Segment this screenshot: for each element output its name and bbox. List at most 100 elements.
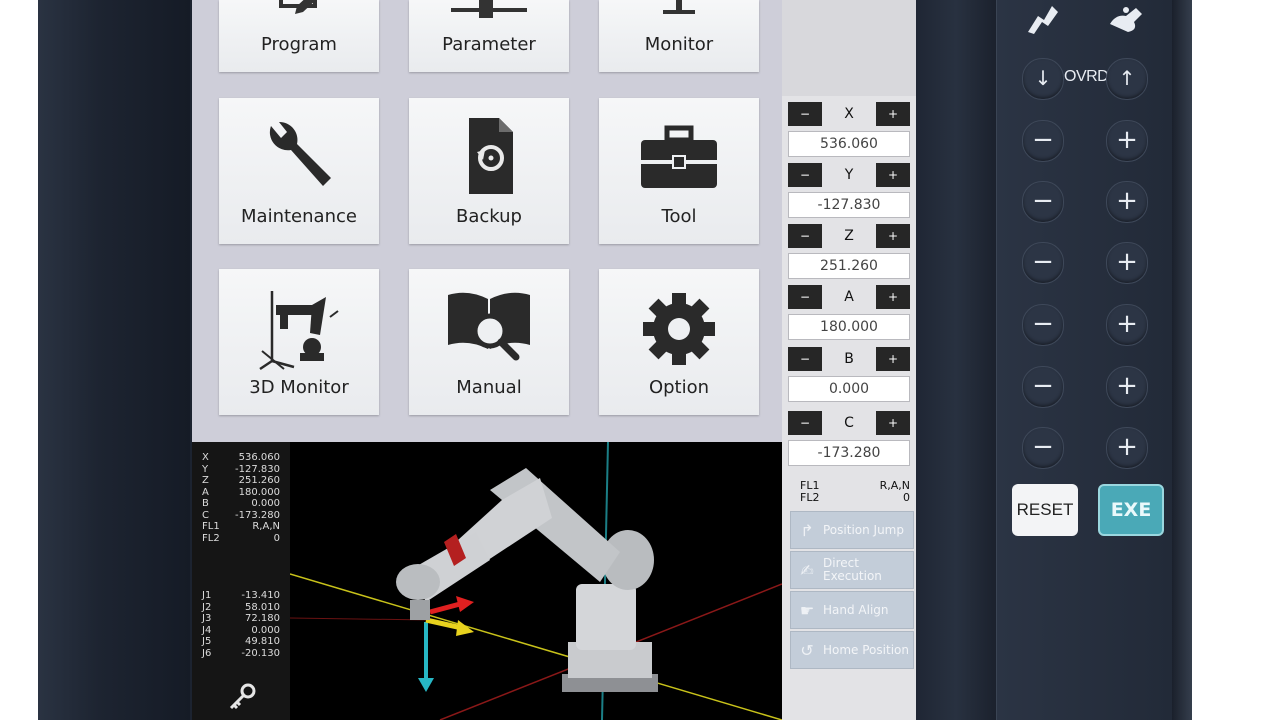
jog-2-minus-button[interactable]: −: [1022, 181, 1064, 223]
ovrd-label: OVRD: [1064, 68, 1109, 85]
tile-label: Monitor: [644, 34, 714, 55]
jog-5-minus-button[interactable]: −: [1022, 366, 1064, 408]
a-plus-button[interactable]: +: [876, 285, 910, 309]
robot-arm-icon: [254, 287, 344, 371]
joint-key: J1: [202, 590, 212, 601]
jog-3-minus-button[interactable]: −: [1022, 242, 1064, 284]
z-minus-button[interactable]: −: [788, 224, 822, 248]
tile-parameter[interactable]: Parameter: [409, 0, 569, 72]
coordinate-panel-header: [782, 0, 916, 96]
y-minus-button[interactable]: −: [788, 163, 822, 187]
jog-1-plus-button[interactable]: +: [1106, 120, 1148, 162]
readout-key: X: [202, 452, 209, 463]
tile-monitor[interactable]: Monitor: [599, 0, 759, 72]
tile-3d-monitor[interactable]: 3D Monitor: [219, 269, 379, 415]
readout-value: -173.280: [235, 509, 280, 521]
jog-6-plus-button[interactable]: +: [1106, 427, 1148, 469]
readout-key: FL2: [202, 532, 220, 544]
axis-b-row: − B +: [788, 347, 910, 371]
y-plus-button[interactable]: +: [876, 163, 910, 187]
tile-label: Backup: [456, 206, 522, 227]
jog-5-plus-button[interactable]: +: [1106, 366, 1148, 408]
readout-value: 251.260: [238, 475, 280, 486]
home-position-button[interactable]: ↺ Home Position: [790, 631, 914, 669]
direct-execution-button[interactable]: ✍ Direct Execution: [790, 551, 914, 589]
exe-button[interactable]: EXE: [1098, 484, 1164, 536]
joint-key: J5: [202, 636, 212, 647]
parameter-icon: [444, 0, 534, 32]
axis-name: A: [844, 289, 854, 305]
c-plus-button[interactable]: +: [876, 411, 910, 435]
jog-4-plus-button[interactable]: +: [1106, 304, 1148, 346]
c-value-field[interactable]: -173.280: [788, 440, 910, 466]
x-plus-button[interactable]: +: [876, 102, 910, 126]
ovrd-up-button[interactable]: ↑: [1106, 58, 1148, 100]
jog-3-plus-button[interactable]: +: [1106, 242, 1148, 284]
axis-x-row: − X +: [788, 102, 910, 126]
axis-a-row: − A +: [788, 285, 910, 309]
tile-label: Program: [261, 34, 337, 55]
b-plus-button[interactable]: +: [876, 347, 910, 371]
function-label: Hand Align: [823, 603, 889, 617]
y-value-field[interactable]: -127.830: [788, 192, 910, 218]
reset-button[interactable]: RESET: [1012, 484, 1078, 536]
tile-tool[interactable]: Tool: [599, 98, 759, 244]
readout-value: 536.060: [238, 452, 280, 463]
axis-name: C: [844, 415, 854, 431]
tile-option[interactable]: Option: [599, 269, 759, 415]
key-icon[interactable]: [228, 682, 258, 716]
axis-name: Z: [844, 228, 854, 244]
tile-maintenance[interactable]: Maintenance: [219, 98, 379, 244]
readout-value: 0: [273, 532, 280, 544]
jog-4-minus-button[interactable]: −: [1022, 304, 1064, 346]
readout-key: FL1: [202, 521, 220, 532]
3d-monitor-view[interactable]: X 536.060 Y -127.830 Z 251.260 A 180.000 B 0.…: [192, 442, 782, 720]
program-icon: [254, 0, 344, 32]
b-minus-button[interactable]: −: [788, 347, 822, 371]
position-readout: X 536.060 Y -127.830 Z 251.260 A 180.000 B 0.…: [192, 442, 290, 720]
hand-mode-icon[interactable]: [1106, 2, 1146, 36]
axis-name: X: [844, 106, 854, 122]
jog-mode-icon[interactable]: [1022, 2, 1062, 36]
book-search-icon: [444, 287, 534, 371]
a-value-field[interactable]: 180.000: [788, 314, 910, 340]
x-minus-button[interactable]: −: [788, 102, 822, 126]
c-minus-button[interactable]: −: [788, 411, 822, 435]
direct-execution-icon: ✍: [800, 560, 814, 580]
joint-value: 0.000: [251, 624, 280, 636]
readout-value: 180.000: [238, 486, 280, 498]
ovrd-down-button[interactable]: ↓: [1022, 58, 1064, 100]
pendant-right-edge: [1172, 0, 1192, 720]
joint-value: -13.410: [241, 590, 280, 601]
backup-file-icon: [444, 116, 534, 200]
jog-1-minus-button[interactable]: −: [1022, 120, 1064, 162]
tile-manual[interactable]: Manual: [409, 269, 569, 415]
x-value-field[interactable]: 536.060: [788, 131, 910, 157]
pendant-keypad-panel: [996, 0, 1173, 720]
hand-align-icon: ☛: [799, 600, 815, 620]
axis-name: Y: [844, 167, 854, 183]
robot-3d-scene: [290, 442, 782, 720]
home-position-icon: ↺: [800, 640, 814, 660]
tile-label: Manual: [456, 377, 522, 398]
readout-key: Y: [202, 463, 209, 475]
fl2-label: FL2: [800, 491, 820, 504]
tile-program[interactable]: Program: [219, 0, 379, 72]
tile-backup[interactable]: Backup: [409, 98, 569, 244]
z-value-field[interactable]: 251.260: [788, 253, 910, 279]
jog-2-plus-button[interactable]: +: [1106, 181, 1148, 223]
readout-key: C: [202, 509, 209, 521]
position-jump-button[interactable]: ↱ Position Jump: [790, 511, 914, 549]
wrench-icon: [254, 116, 344, 200]
joint-key: J6: [202, 647, 212, 659]
pendant-screen-bezel: [916, 0, 996, 720]
axis-y-row: − Y +: [788, 163, 910, 187]
b-value-field[interactable]: 0.000: [788, 376, 910, 402]
readout-value: -127.830: [235, 463, 280, 475]
a-minus-button[interactable]: −: [788, 285, 822, 309]
coordinate-panel: − X + 536.060 − Y + -127.830 − Z + 251.2…: [782, 0, 916, 720]
hand-align-button[interactable]: ☛ Hand Align: [790, 591, 914, 629]
z-plus-button[interactable]: +: [876, 224, 910, 248]
readout-key: A: [202, 486, 209, 498]
jog-6-minus-button[interactable]: −: [1022, 427, 1064, 469]
